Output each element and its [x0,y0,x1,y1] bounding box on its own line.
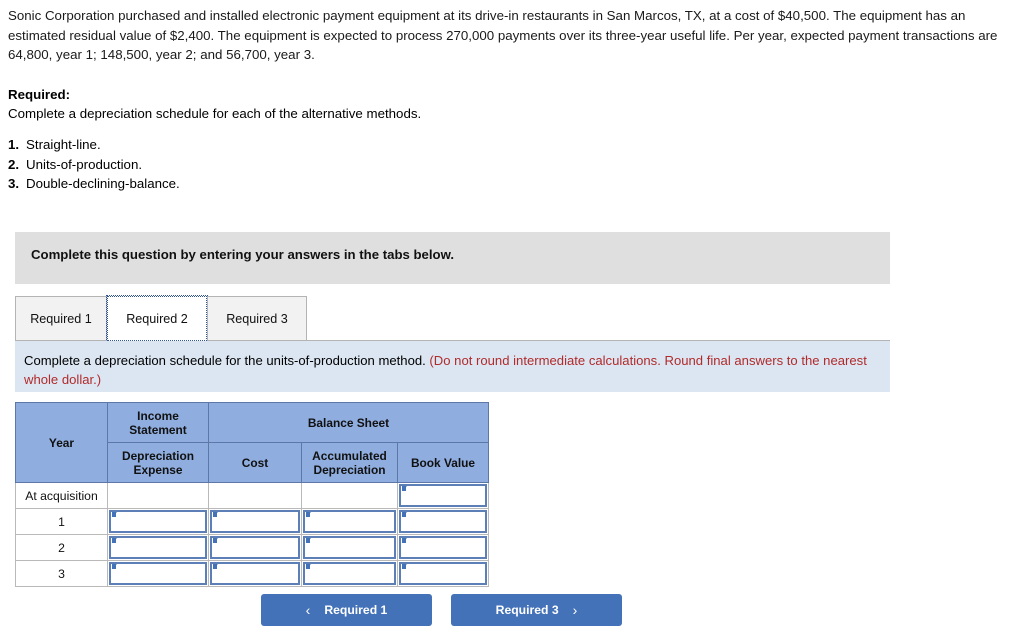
table-body: At acquisition 1 2 3 [15,482,489,587]
cell-accumulated-depreciation-acquisition [301,482,398,509]
table-row: 1 [15,508,489,535]
input-cost-year-2[interactable] [210,536,300,559]
question-instruction-box: Complete a depreciation schedule for the… [15,341,890,392]
chevron-right-icon: › [572,602,578,618]
column-header-book-value: Book Value [397,442,489,483]
question-instruction-main: Complete a depreciation schedule for the… [24,353,430,368]
question-instruction-inner: Complete a depreciation schedule for the… [24,352,869,389]
cell-book-value-year-2 [397,534,489,561]
tab-label: Required 2 [126,311,188,326]
methods-list: 1. Straight-line. 2. Units-of-production. … [8,135,180,194]
list-item-number: 1. [8,137,20,152]
list-item-label: Double-declining-balance. [26,176,180,191]
cell-book-value-year-3 [397,560,489,587]
list-item-number: 2. [8,156,20,172]
input-cost-year-1[interactable] [210,510,300,533]
navigation-buttons: ‹ Required 1 Required 3 › [0,594,1024,626]
input-book-value-acquisition[interactable] [399,484,487,507]
chevron-left-icon: ‹ [305,602,311,618]
list-item-label: Units-of-production. [26,156,143,172]
cell-depreciation-expense-year-1 [107,508,209,535]
tab-required-1[interactable]: Required 1 [15,296,107,341]
column-header-year: Year [15,402,108,483]
input-book-value-year-2[interactable] [399,536,487,559]
cell-book-value-year-1 [397,508,489,535]
input-cost-year-3[interactable] [210,562,300,585]
cell-accumulated-depreciation-year-3 [301,560,398,587]
cell-book-value-acquisition [397,482,489,509]
input-depreciation-expense-year-1[interactable] [109,510,207,533]
previous-required-button[interactable]: ‹ Required 1 [261,594,432,626]
input-depreciation-expense-year-2[interactable] [109,536,207,559]
table-row: 3 [15,560,489,587]
previous-required-label: Required 1 [324,603,388,617]
table-row: 2 [15,534,489,561]
tabs-instruction-text: Complete this question by entering your … [31,247,455,262]
input-accumulated-depreciation-year-1[interactable] [303,510,396,533]
tab-strip: Required 1 Required 2 Required 3 [15,295,890,342]
tabs-instruction-banner: Complete this question by entering your … [15,232,890,284]
list-item: 2. Units-of-production. [8,155,180,175]
problem-statement: Sonic Corporation purchased and installe… [8,8,998,62]
column-group-header-income-statement: Income Statement [107,402,209,443]
cell-cost-acquisition [208,482,302,509]
cell-depreciation-expense-acquisition [107,482,209,509]
required-heading: Required: [8,87,71,102]
list-item: 3. Double-declining-balance. [8,174,180,194]
column-header-accumulated-depreciation: Accumulated Depreciation [301,442,398,483]
input-book-value-year-3[interactable] [399,562,487,585]
row-label-year-2: 2 [15,534,108,561]
input-accumulated-depreciation-year-3[interactable] [303,562,396,585]
input-depreciation-expense-year-3[interactable] [109,562,207,585]
column-header-cost: Cost [208,442,302,483]
table-header-row-top: Year Income Statement Balance Sheet [15,402,489,483]
list-item-label: Straight-line. [26,137,101,152]
depreciation-schedule-table: Year Income Statement Balance Sheet Depr… [15,402,489,587]
input-book-value-year-1[interactable] [399,510,487,533]
cell-depreciation-expense-year-2 [107,534,209,561]
table-row: At acquisition [15,482,489,509]
tab-label: Required 3 [226,311,288,326]
row-label-at-acquisition: At acquisition [15,482,108,509]
row-label-year-1: 1 [15,508,108,535]
tab-required-3[interactable]: Required 3 [207,296,307,341]
required-instruction: Complete a depreciation schedule for eac… [8,106,422,121]
list-item-number: 3. [8,176,20,191]
cell-cost-year-3 [208,560,302,587]
row-label-year-3: 3 [15,560,108,587]
column-group-header-balance-sheet: Balance Sheet [208,402,489,443]
input-accumulated-depreciation-year-2[interactable] [303,536,396,559]
cell-cost-year-1 [208,508,302,535]
tab-required-2[interactable]: Required 2 [106,295,208,342]
column-header-depreciation-expense: Depreciation Expense [107,442,209,483]
cell-accumulated-depreciation-year-2 [301,534,398,561]
list-item: 1. Straight-line. [8,135,180,155]
cell-cost-year-2 [208,534,302,561]
tab-label: Required 1 [30,311,92,326]
table-head: Year Income Statement Balance Sheet Depr… [15,402,489,483]
cell-accumulated-depreciation-year-1 [301,508,398,535]
required-block: Required: Complete a depreciation schedu… [8,85,708,123]
next-required-button[interactable]: Required 3 › [451,594,622,626]
cell-depreciation-expense-year-3 [107,560,209,587]
next-required-label: Required 3 [495,603,559,617]
